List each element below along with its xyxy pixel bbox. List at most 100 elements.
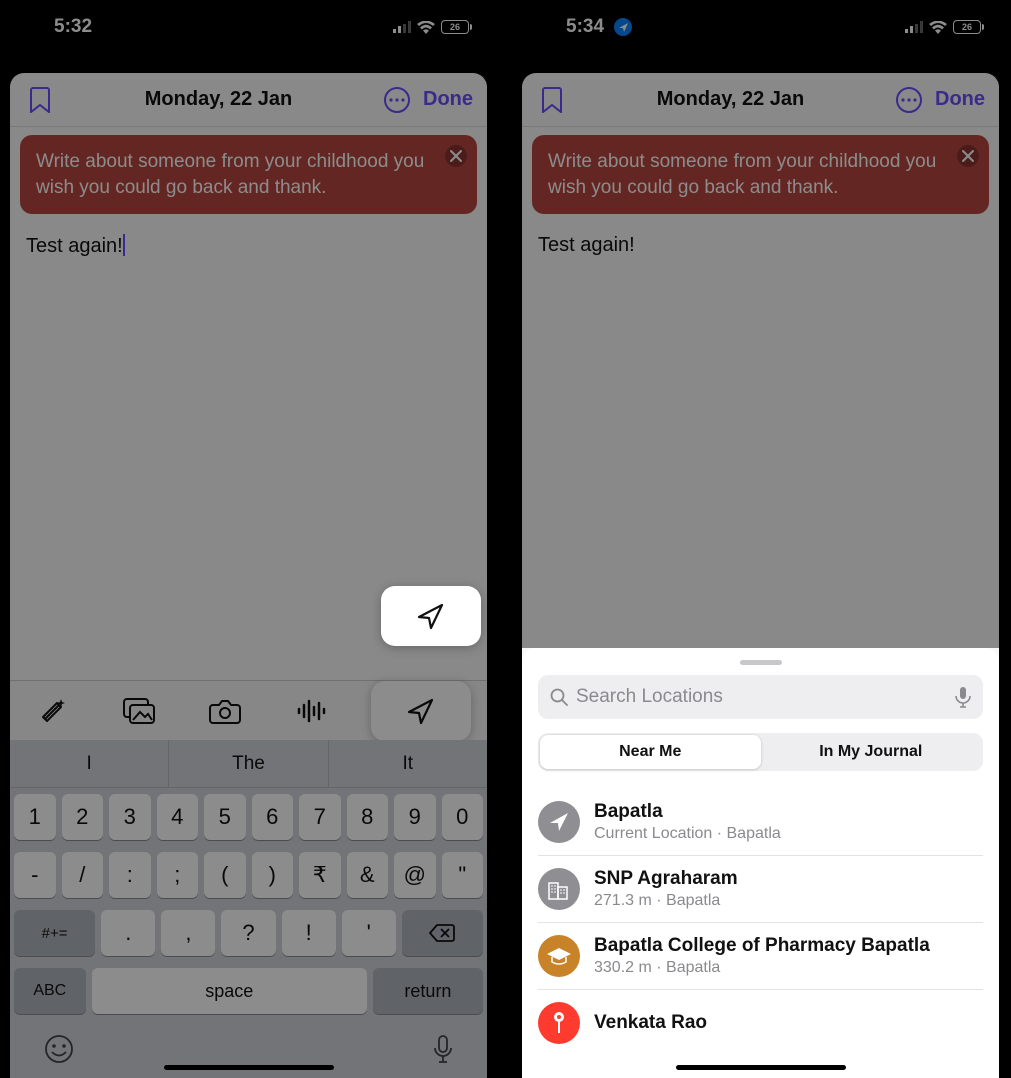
location-arrow-icon xyxy=(406,696,436,726)
location-button[interactable] xyxy=(371,681,471,741)
entry-text: Test again! xyxy=(538,234,635,256)
text-cursor xyxy=(123,234,125,256)
photos-button[interactable] xyxy=(112,688,166,734)
prompt-card: Write about someone from your childhood … xyxy=(20,135,477,214)
location-row[interactable]: Bapatla College of Pharmacy Bapatla 330.… xyxy=(538,923,983,990)
nav-bar: Monday, 22 Jan Done xyxy=(522,73,999,127)
mic-icon[interactable] xyxy=(955,686,971,708)
location-row-icon xyxy=(538,935,580,977)
camera-button[interactable] xyxy=(198,688,252,734)
location-list: Bapatla Current Location · Bapatla SNP A… xyxy=(538,789,983,1056)
prompt-text: Write about someone from your childhood … xyxy=(36,149,433,200)
location-row[interactable]: Venkata Rao xyxy=(538,990,983,1056)
location-row-icon xyxy=(538,868,580,910)
bookmark-button[interactable] xyxy=(24,87,56,113)
location-button-highlight[interactable] xyxy=(381,586,481,646)
bookmark-button[interactable] xyxy=(536,87,568,113)
suggestion-1[interactable]: I xyxy=(10,740,169,787)
key[interactable]: . xyxy=(101,910,155,956)
backspace-key[interactable] xyxy=(402,910,483,956)
key-row-4: ABC space return xyxy=(10,962,487,1020)
suggestion-3[interactable]: It xyxy=(329,740,487,787)
location-row[interactable]: Bapatla Current Location · Bapatla xyxy=(538,789,983,856)
key[interactable]: & xyxy=(347,852,389,898)
home-indicator xyxy=(676,1065,846,1070)
key[interactable]: 6 xyxy=(252,794,294,840)
key[interactable]: " xyxy=(442,852,484,898)
audio-button[interactable] xyxy=(285,688,339,734)
cellular-icon xyxy=(393,21,411,33)
suggestion-2[interactable]: The xyxy=(169,740,328,787)
key[interactable]: 2 xyxy=(62,794,104,840)
sparkle-icon xyxy=(39,697,67,725)
return-key[interactable]: return xyxy=(373,968,483,1014)
location-name: Venkata Rao xyxy=(594,1012,983,1034)
location-name: SNP Agraharam xyxy=(594,868,983,890)
key[interactable]: ) xyxy=(252,852,294,898)
backspace-icon xyxy=(429,923,455,943)
key[interactable]: / xyxy=(62,852,104,898)
location-arrow-icon xyxy=(416,601,446,631)
camera-icon xyxy=(209,698,241,724)
close-icon xyxy=(962,150,974,162)
key[interactable]: ( xyxy=(204,852,246,898)
sheet-grabber[interactable] xyxy=(740,660,782,665)
prompt-close-button[interactable] xyxy=(957,145,979,167)
status-icons: 26 xyxy=(905,20,981,34)
wifi-icon xyxy=(929,21,947,34)
ellipsis-circle-icon xyxy=(895,86,923,114)
home-indicator xyxy=(164,1065,334,1070)
key[interactable]: , xyxy=(161,910,215,956)
key[interactable]: ? xyxy=(221,910,275,956)
location-subtitle: 330.2 m · Bapatla xyxy=(594,959,983,977)
wifi-icon xyxy=(417,21,435,34)
buildings-icon xyxy=(547,877,571,901)
search-placeholder: Search Locations xyxy=(576,686,947,708)
key[interactable]: ! xyxy=(282,910,336,956)
location-row-icon xyxy=(538,801,580,843)
key[interactable]: ; xyxy=(157,852,199,898)
dictation-button[interactable] xyxy=(433,1034,453,1064)
key-row-2: - / : ; ( ) ₹ & @ " xyxy=(10,846,487,904)
segment-near-me[interactable]: Near Me xyxy=(540,735,761,769)
mic-icon xyxy=(433,1034,453,1064)
bookmark-icon xyxy=(30,87,50,113)
emoji-button[interactable] xyxy=(44,1034,74,1064)
key[interactable]: : xyxy=(109,852,151,898)
symbols-key[interactable]: #+= xyxy=(14,910,95,956)
location-picker-sheet: Search Locations Near Me In My Journal B… xyxy=(522,648,999,1078)
done-button[interactable]: Done xyxy=(423,88,473,111)
key[interactable]: 9 xyxy=(394,794,436,840)
status-bar: 5:32 26 xyxy=(0,0,497,54)
prompt-text: Write about someone from your childhood … xyxy=(548,149,945,200)
keyboard[interactable]: I The It 1 2 3 4 5 6 7 8 9 0 - / : ; xyxy=(10,740,487,1078)
key[interactable]: 5 xyxy=(204,794,246,840)
location-row[interactable]: SNP Agraharam 271.3 m · Bapatla xyxy=(538,856,983,923)
key[interactable]: ₹ xyxy=(299,852,341,898)
key[interactable]: 8 xyxy=(347,794,389,840)
key[interactable]: 7 xyxy=(299,794,341,840)
key[interactable]: @ xyxy=(394,852,436,898)
bookmark-icon xyxy=(542,87,562,113)
more-button[interactable] xyxy=(381,86,413,114)
more-button[interactable] xyxy=(893,86,925,114)
suggestion-bar: I The It xyxy=(10,740,487,788)
nav-date: Monday, 22 Jan xyxy=(66,88,371,111)
done-button[interactable]: Done xyxy=(935,88,985,111)
search-locations-input[interactable]: Search Locations xyxy=(538,675,983,719)
prompt-close-button[interactable] xyxy=(445,145,467,167)
key[interactable]: ' xyxy=(342,910,396,956)
location-services-indicator xyxy=(614,18,632,36)
key[interactable]: 0 xyxy=(442,794,484,840)
abc-key[interactable]: ABC xyxy=(14,968,86,1014)
segment-in-journal[interactable]: In My Journal xyxy=(761,735,982,769)
key[interactable]: 1 xyxy=(14,794,56,840)
key[interactable]: 3 xyxy=(109,794,151,840)
sparkle-button[interactable] xyxy=(26,688,80,734)
location-filter-segment[interactable]: Near Me In My Journal xyxy=(538,733,983,771)
location-subtitle: Current Location · Bapatla xyxy=(594,825,983,843)
space-key[interactable]: space xyxy=(92,968,367,1014)
screenshot-right: 5:34 26 Monday, 22 Jan Done Write about … xyxy=(512,0,1009,1078)
key[interactable]: - xyxy=(14,852,56,898)
key[interactable]: 4 xyxy=(157,794,199,840)
